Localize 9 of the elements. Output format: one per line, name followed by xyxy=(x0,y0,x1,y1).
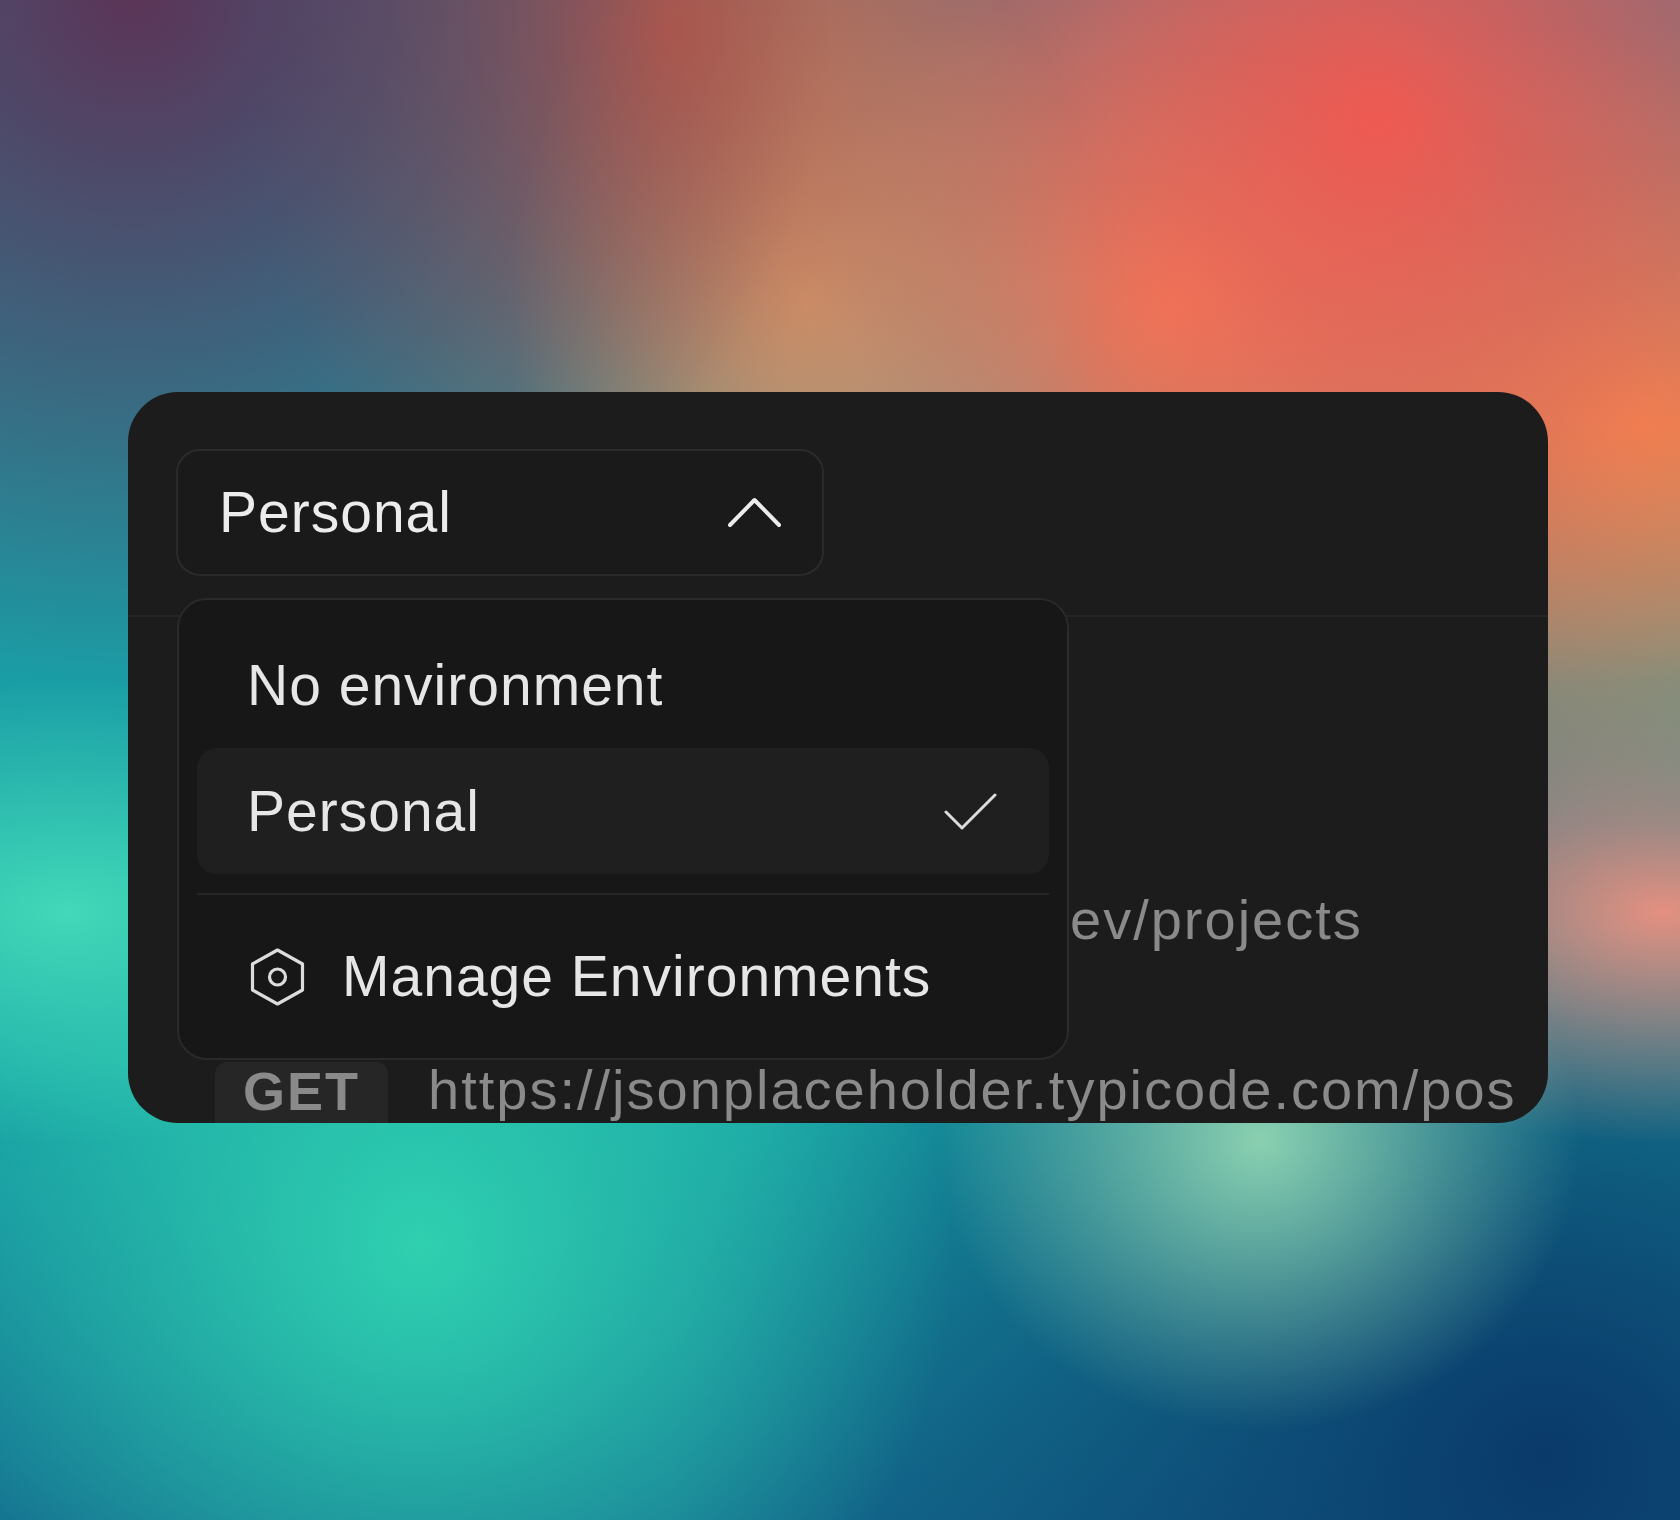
checkmark-icon xyxy=(944,792,997,830)
menu-item[interactable]: Personal xyxy=(197,748,1049,874)
manage-environments-button[interactable]: Manage Environments xyxy=(197,895,1049,1058)
url-text: ev/projects xyxy=(1070,887,1363,952)
chevron-up-icon xyxy=(728,497,781,528)
settings-icon xyxy=(250,947,305,1006)
environment-dropdown[interactable]: Personal xyxy=(176,449,824,576)
menu-item[interactable]: No environment xyxy=(197,622,1049,748)
request-method-badge: GET xyxy=(215,1062,388,1123)
